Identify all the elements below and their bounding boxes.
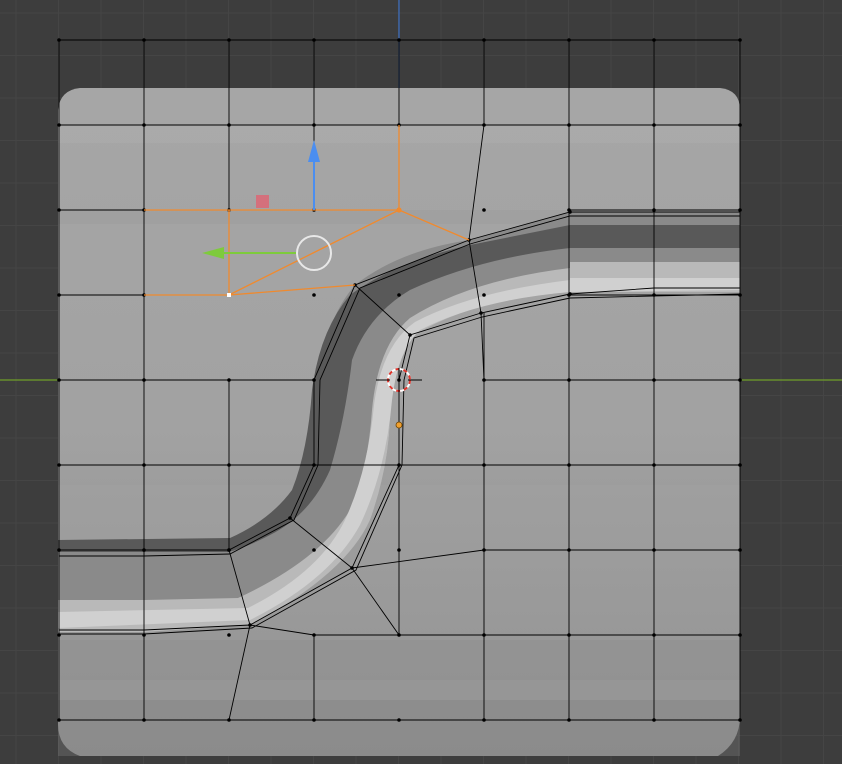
mesh-vertex[interactable]: [568, 210, 572, 214]
mesh-vertex[interactable]: [652, 548, 656, 552]
mesh-vertex[interactable]: [57, 378, 61, 382]
3d-viewport[interactable]: [0, 0, 842, 764]
mesh-vertex[interactable]: [227, 378, 231, 382]
mesh-vertex[interactable]: [567, 123, 571, 127]
mesh-vertex[interactable]: [652, 463, 656, 467]
mesh-vertex[interactable]: [482, 208, 486, 212]
mesh-vertex[interactable]: [397, 293, 401, 297]
mesh-vertex[interactable]: [652, 633, 656, 637]
mesh-vertex[interactable]: [248, 623, 252, 627]
mesh-vertex[interactable]: [142, 38, 146, 42]
mesh-vertex[interactable]: [227, 123, 231, 127]
mesh-vertex[interactable]: [227, 463, 231, 467]
mesh-vertex[interactable]: [312, 463, 316, 467]
mesh-vertex[interactable]: [567, 38, 571, 42]
mesh-vertex[interactable]: [227, 633, 231, 637]
mesh-vertex[interactable]: [408, 333, 412, 337]
mesh-vertex[interactable]: [482, 293, 486, 297]
mesh-vertex[interactable]: [652, 718, 656, 722]
mesh-vertex[interactable]: [738, 123, 742, 127]
mesh-vertex[interactable]: [288, 516, 292, 520]
mesh-vertex[interactable]: [482, 718, 486, 722]
gizmo-plane-handle[interactable]: [256, 195, 269, 208]
mesh-vertex[interactable]: [57, 718, 61, 722]
mesh-vertex[interactable]: [312, 38, 316, 42]
mesh-object[interactable]: [57, 38, 742, 756]
mesh-vertex[interactable]: [312, 633, 316, 637]
mesh-vertex[interactable]: [57, 293, 61, 297]
mesh-vertex[interactable]: [312, 548, 316, 552]
mesh-vertex[interactable]: [738, 38, 742, 42]
mesh-vertex[interactable]: [142, 378, 146, 382]
mesh-vertex[interactable]: [227, 38, 231, 42]
mesh-vertex[interactable]: [312, 378, 316, 382]
mesh-vertex[interactable]: [142, 633, 146, 637]
object-origin-icon: [395, 421, 403, 429]
mesh-vertex[interactable]: [652, 208, 656, 212]
mesh-vertex[interactable]: [652, 378, 656, 382]
mesh-vertex[interactable]: [57, 463, 61, 467]
mesh-vertex[interactable]: [57, 123, 61, 127]
mesh-vertex[interactable]: [738, 548, 742, 552]
mesh-vertex[interactable]: [738, 208, 742, 212]
mesh-vertex[interactable]: [397, 548, 401, 552]
mesh-vertex[interactable]: [738, 293, 742, 297]
mesh-vertex[interactable]: [312, 293, 316, 297]
mesh-vertex[interactable]: [567, 378, 571, 382]
mesh-vertex[interactable]: [312, 123, 316, 127]
mesh-vertex[interactable]: [57, 208, 61, 212]
mesh-vertex[interactable]: [142, 123, 146, 127]
mesh-vertex[interactable]: [482, 633, 486, 637]
mesh-vertex[interactable]: [568, 292, 572, 296]
selected-vertex[interactable]: [396, 207, 402, 213]
mesh-vertex[interactable]: [482, 38, 486, 42]
mesh-vertex[interactable]: [652, 293, 656, 297]
mesh-vertex[interactable]: [397, 38, 401, 42]
mesh-vertex[interactable]: [482, 123, 486, 127]
mesh-vertex[interactable]: [397, 463, 401, 467]
mesh-vertex[interactable]: [567, 633, 571, 637]
mesh-vertex[interactable]: [142, 548, 146, 552]
mesh-vertex[interactable]: [142, 463, 146, 467]
mesh-vertex[interactable]: [482, 463, 486, 467]
mesh-vertex[interactable]: [479, 311, 483, 315]
mesh-vertex[interactable]: [57, 633, 61, 637]
mesh-vertex[interactable]: [567, 548, 571, 552]
mesh-vertex[interactable]: [312, 718, 316, 722]
mesh-vertex[interactable]: [738, 378, 742, 382]
mesh-vertex[interactable]: [738, 633, 742, 637]
mesh-vertex[interactable]: [652, 123, 656, 127]
mesh-vertex[interactable]: [738, 463, 742, 467]
mesh-vertex[interactable]: [567, 463, 571, 467]
mesh-vertex[interactable]: [482, 378, 486, 382]
mesh-vertex[interactable]: [227, 718, 231, 722]
mesh-vertex[interactable]: [482, 548, 486, 552]
mesh-vertex[interactable]: [142, 718, 146, 722]
mesh-vertex[interactable]: [567, 718, 571, 722]
mesh-vertex[interactable]: [57, 38, 61, 42]
mesh-vertex[interactable]: [652, 38, 656, 42]
mesh-vertex[interactable]: [397, 718, 401, 722]
mesh-vertex[interactable]: [57, 548, 61, 552]
mesh-vertex[interactable]: [738, 718, 742, 722]
mesh-vertex[interactable]: [350, 566, 354, 570]
mesh-vertex[interactable]: [397, 633, 401, 637]
mesh-vertex[interactable]: [227, 548, 231, 552]
active-vertex[interactable]: [227, 293, 231, 297]
